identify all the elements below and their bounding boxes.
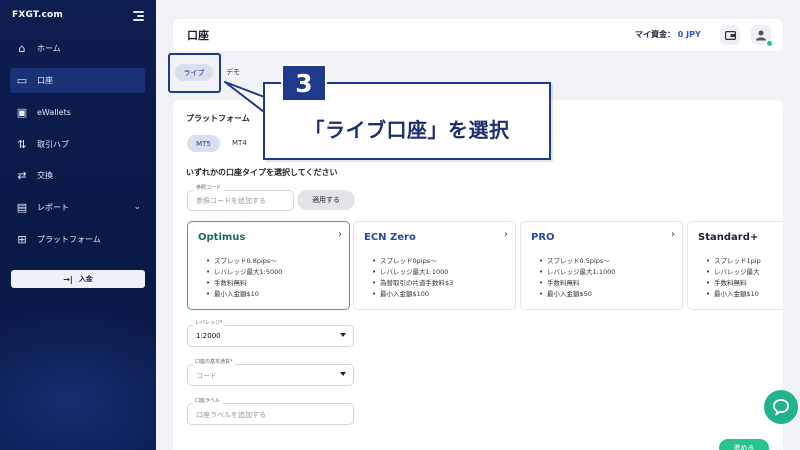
verified-badge-icon (766, 40, 773, 47)
feature-list: スプレッド0pips〜 レバレッジ最大1:1000 為替取引の片道手数料$3 最… (372, 256, 453, 300)
wallet-button[interactable] (720, 25, 740, 45)
report-icon: ▤ (16, 201, 28, 214)
sidebar-item-reports[interactable]: ▤ レポート ⌄ (10, 195, 145, 220)
list-item: スプレッド0pips〜 (372, 256, 453, 267)
fxgt-logo[interactable]: FXGT.com (12, 10, 63, 20)
sidebar-item-ewallets[interactable]: ▣ eWallets (10, 100, 145, 125)
feature-list: スプレッド0.5pips〜 レバレッジ最大1:1000 手数料無料 最小入金額$… (539, 256, 615, 300)
list-item: 手数料無料 (539, 278, 615, 289)
avatar[interactable] (751, 25, 773, 47)
list-item: レバレッジ最大1:1000 (372, 267, 453, 278)
list-item: スプレッド0.5pips〜 (539, 256, 615, 267)
account-label-label: 口座ラベル (193, 397, 223, 404)
leverage-select[interactable]: 1:2000 (187, 325, 354, 347)
chat-button[interactable] (764, 390, 798, 424)
next-button[interactable]: 進める (719, 439, 769, 450)
reference-code-input[interactable]: 参照コードを追加する (187, 190, 294, 211)
login-arrow-icon: →| (63, 274, 73, 284)
account-label-input[interactable]: 口座ラベルを追加する (187, 403, 354, 425)
sidebar-item-home[interactable]: ⌂ ホーム (10, 36, 145, 61)
funds-label: マイ資金： (635, 30, 675, 39)
page-header: 口座 マイ資金： 0 JPY (173, 19, 783, 51)
caret-down-icon (340, 372, 346, 376)
account-type-heading: いずれかの口座タイプを選択してください (186, 168, 338, 177)
caret-down-icon (340, 333, 346, 337)
deposit-label: 入金 (78, 275, 93, 283)
list-item: 最小入金額$50 (539, 289, 615, 300)
user-icon (756, 30, 766, 41)
apply-button[interactable]: 適用する (297, 190, 355, 210)
list-item: 最小入金額$10 (206, 289, 282, 300)
list-item: 手数料無料 (706, 278, 761, 289)
list-item: 手数料無料 (206, 278, 282, 289)
wallet-icon: ▣ (16, 106, 28, 119)
sidebar-item-exchange[interactable]: ⇄ 交換 (10, 163, 145, 188)
currency-label: 口座の基本通貨* (193, 358, 235, 365)
leverage-value: 1:2000 (196, 332, 221, 340)
tab-demo[interactable]: デモ (226, 67, 240, 77)
list-item: スプレッド0.8pips〜 (206, 256, 282, 267)
page-title: 口座 (187, 29, 209, 42)
chevron-right-icon: › (504, 229, 508, 240)
platform-option-mt4[interactable]: MT4 (232, 139, 247, 147)
home-icon: ⌂ (18, 42, 26, 55)
leverage-label: レバレッジ* (193, 319, 225, 326)
transfer-arrows-icon: ⇅ (17, 138, 27, 151)
feature-list: スプレッド1pip レバレッジ最大 手数料無料 最小入金額$10 (706, 256, 761, 300)
list-item: 最小入金額$10 (706, 289, 761, 300)
platform-icon: ⊞ (17, 233, 27, 246)
step-number-badge: 3 (281, 64, 327, 102)
annotation-text: 「ライブ口座」を選択 (304, 118, 510, 142)
account-name: Standard+ (698, 232, 759, 243)
menu-toggle-icon[interactable] (133, 11, 144, 21)
platform-label: プラットフォーム (186, 114, 250, 123)
platform-option-mt5[interactable]: MT5 (187, 135, 220, 152)
reference-code-label: 参照コード (194, 184, 224, 191)
monitor-chart-icon: ▭ (16, 74, 28, 87)
list-item: 為替取引の片道手数料$3 (372, 278, 453, 289)
sidebar-item-label: eWallets (37, 108, 71, 117)
currency-placeholder: コード (196, 372, 217, 380)
funds-value: 0 JPY (677, 30, 701, 39)
deposit-button[interactable]: →| 入金 (11, 270, 145, 288)
chat-icon (773, 399, 789, 416)
exchange-icon: ⇄ (17, 169, 27, 182)
currency-select[interactable]: コード (187, 364, 354, 386)
sidebar-item-label: 交換 (37, 171, 53, 180)
account-name: ECN Zero (364, 232, 416, 243)
list-item: スプレッド1pip (706, 256, 761, 267)
list-item: レバレッジ最大1:5000 (206, 267, 282, 278)
list-item: レバレッジ最大 (706, 267, 761, 278)
account-card-optimus[interactable]: Optimus › スプレッド0.8pips〜 レバレッジ最大1:5000 手数… (187, 221, 350, 310)
list-item: レバレッジ最大1:1000 (539, 267, 615, 278)
account-name: PRO (531, 232, 555, 243)
my-funds: マイ資金： 0 JPY (635, 29, 701, 40)
sidebar-item-label: 口座 (37, 76, 53, 85)
sidebar-item-label: レポート (37, 203, 69, 212)
chevron-right-icon: › (338, 229, 342, 240)
chevron-right-icon: › (671, 229, 675, 240)
account-card-standard-plus[interactable]: Standard+ スプレッド1pip レバレッジ最大 手数料無料 最小入金額$… (687, 221, 783, 310)
account-card-ecn-zero[interactable]: ECN Zero › スプレッド0pips〜 レバレッジ最大1:1000 為替取… (353, 221, 516, 310)
sidebar-item-label: ホーム (37, 44, 61, 53)
chevron-down-icon[interactable]: ⌄ (133, 202, 141, 212)
account-name: Optimus (198, 232, 246, 243)
sidebar: FXGT.com ⌂ ホーム ▭ 口座 ▣ eWallets ⇅ 取引ハブ ⇄ … (0, 0, 156, 450)
highlight-frame (168, 53, 221, 93)
sidebar-item-trading-hub[interactable]: ⇅ 取引ハブ (10, 132, 145, 157)
sidebar-item-label: 取引ハブ (37, 140, 69, 149)
account-card-pro[interactable]: PRO › スプレッド0.5pips〜 レバレッジ最大1:1000 手数料無料 … (520, 221, 683, 310)
sidebar-item-accounts[interactable]: ▭ 口座 (10, 68, 145, 93)
wallet-icon (724, 30, 736, 40)
sidebar-item-platforms[interactable]: ⊞ プラットフォーム (10, 227, 145, 252)
sidebar-item-label: プラットフォーム (37, 235, 101, 244)
feature-list: スプレッド0.8pips〜 レバレッジ最大1:5000 手数料無料 最小入金額$… (206, 256, 282, 300)
list-item: 最小入金額$100 (372, 289, 453, 300)
